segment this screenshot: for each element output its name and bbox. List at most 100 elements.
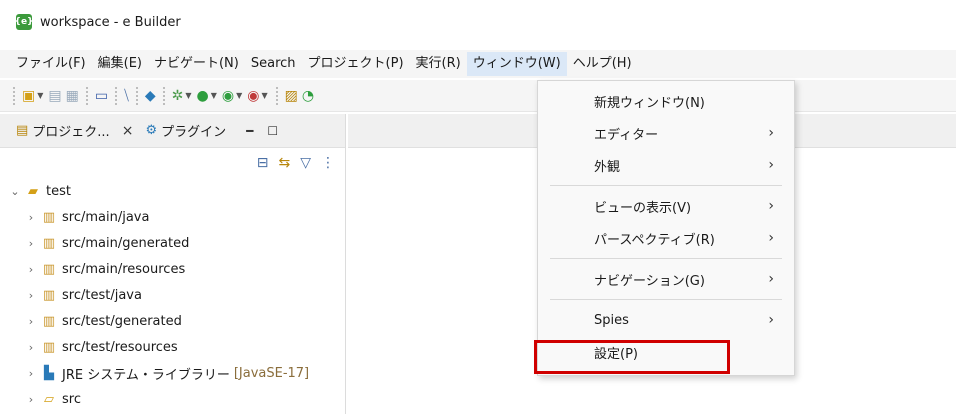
source-folder-icon: ▥ (42, 287, 56, 303)
tree-item-source-folder[interactable]: › ▥ src/test/resources (8, 334, 345, 360)
menu-item-show-view[interactable]: ビューの表示(V) › (538, 190, 794, 222)
terminal-icon[interactable]: ▭ (95, 86, 108, 106)
window-menu-dropdown: 新規ウィンドウ(N) エディター › 外観 › ビューの表示(V) › パースペ… (537, 80, 795, 376)
menu-item-appearance[interactable]: 外観 › (538, 149, 794, 181)
chevron-right-icon: › (768, 157, 774, 173)
menu-item-spies[interactable]: Spies › (538, 304, 794, 336)
skip-breakpoints-icon[interactable]: ⧹ (124, 86, 129, 106)
minimize-icon[interactable]: ━ (246, 124, 253, 138)
menu-project[interactable]: プロジェクト(P) (302, 52, 410, 76)
tree-item-source-folder[interactable]: › ▥ src/main/generated (8, 230, 345, 256)
tab-plugins[interactable]: ⚙ プラグイン (139, 118, 232, 144)
menu-window[interactable]: ウィンドウ(W) (466, 52, 567, 76)
chevron-right-icon[interactable]: › (24, 341, 38, 354)
menu-item-label: パースペクティブ(R) (594, 232, 715, 248)
chevron-right-icon: › (768, 198, 774, 214)
chevron-down-icon[interactable]: ▼ (262, 91, 268, 100)
menu-item-label: 外観 (594, 159, 621, 175)
package-explorer-icon: ▤ (16, 123, 29, 138)
toolbar-separator (275, 86, 278, 105)
tree-item-source-folder[interactable]: › ▥ src/main/java (8, 204, 345, 230)
menu-separator (550, 185, 782, 186)
menu-item-new-window[interactable]: 新規ウィンドウ(N) (538, 85, 794, 117)
chevron-right-icon[interactable]: › (24, 289, 38, 302)
run-icon[interactable]: ● (197, 86, 209, 106)
chevron-down-icon[interactable]: ▼ (185, 91, 191, 100)
chevron-right-icon[interactable]: › (24, 211, 38, 224)
menu-help[interactable]: ヘルプ(H) (567, 52, 638, 76)
menu-edit[interactable]: 編集(E) (92, 52, 148, 76)
perspective-icon[interactable]: ◆ (145, 86, 156, 106)
chevron-down-icon[interactable]: ▼ (211, 91, 217, 100)
tree-item-label: src/main/resources (62, 261, 186, 277)
tree-item-label: JRE システム・ライブラリー (62, 367, 230, 383)
tree-item-source-folder[interactable]: › ▥ src/test/java (8, 282, 345, 308)
toolbar-separator (85, 86, 88, 105)
source-folder-icon: ▥ (42, 235, 56, 251)
source-folder-icon: ▥ (42, 261, 56, 277)
tab-label: プロジェク... (32, 125, 110, 140)
chevron-right-icon: › (768, 271, 774, 287)
chevron-right-icon[interactable]: › (24, 315, 38, 328)
menu-bar: ファイル(F) 編集(E) ナビゲート(N) Search プロジェクト(P) … (0, 50, 956, 78)
tree-item-folder[interactable]: › ▱ src (8, 386, 345, 412)
new-file-icon[interactable]: ▣ (22, 86, 35, 106)
menu-item-navigation[interactable]: ナビゲーション(G) › (538, 263, 794, 295)
menu-item-label: 設定(P) (594, 346, 638, 362)
external-tools-icon[interactable]: ◉ (247, 86, 259, 106)
tree-item-project[interactable]: ⌄ ▰ test (8, 178, 345, 204)
chevron-down-icon[interactable]: ⌄ (8, 185, 22, 198)
chevron-right-icon: › (768, 230, 774, 246)
chevron-right-icon[interactable]: › (24, 393, 38, 406)
save-all-icon[interactable]: ▦ (66, 86, 79, 106)
menu-item-preferences[interactable]: 設定(P) (538, 336, 794, 368)
tab-project-explorer[interactable]: ▤ プロジェク... × (10, 118, 139, 144)
link-with-editor-icon[interactable]: ⇆ (278, 155, 290, 171)
menu-separator (550, 258, 782, 259)
menu-navigate[interactable]: ナビゲート(N) (148, 52, 245, 76)
chevron-right-icon[interactable]: › (24, 237, 38, 250)
menu-search[interactable]: Search (245, 52, 302, 76)
tree-item-source-folder[interactable]: › ▥ src/test/generated (8, 308, 345, 334)
maximize-icon[interactable]: ☐ (267, 124, 278, 138)
folder-icon: ▱ (44, 391, 54, 407)
toolbar-separator (162, 86, 165, 105)
chevron-right-icon[interactable]: › (24, 367, 38, 380)
chevron-right-icon: › (768, 312, 774, 328)
toolbar-separator (13, 86, 15, 105)
jre-version-tag: [JavaSE-17] (233, 365, 310, 381)
tree-item-label: src/test/generated (62, 313, 182, 329)
chevron-down-icon[interactable]: ▼ (236, 91, 242, 100)
toolbar-separator (115, 86, 118, 105)
chevron-right-icon[interactable]: › (24, 263, 38, 276)
refresh-icon[interactable]: ◔ (302, 86, 314, 106)
tab-label: プラグイン (161, 125, 227, 140)
tree-item-jre-library[interactable]: › ▙ JRE システム・ライブラリー [JavaSE-17] (8, 360, 345, 386)
view-menu-icon[interactable]: ⋮ (321, 155, 335, 171)
menu-item-editor[interactable]: エディター › (538, 117, 794, 149)
tree-item-label: src (62, 391, 81, 407)
chevron-down-icon[interactable]: ▼ (37, 91, 43, 100)
e-builder-icon: {e} (15, 14, 33, 30)
collapse-all-icon[interactable]: ⊟ (257, 155, 269, 171)
tree-item-label: src/main/generated (62, 235, 190, 251)
project-tree: ⌄ ▰ test › ▥ src/main/java › ▥ src/main/… (0, 178, 345, 412)
tree-item-source-folder[interactable]: › ▥ src/main/resources (8, 256, 345, 282)
run-config-icon[interactable]: ◉ (222, 86, 234, 106)
new-package-icon[interactable]: ▨ (285, 86, 298, 106)
menu-item-label: 新規ウィンドウ(N) (594, 95, 705, 111)
menu-item-label: Spies (594, 312, 629, 328)
close-icon[interactable]: × (122, 123, 134, 139)
source-folder-icon: ▥ (42, 339, 56, 355)
save-icon[interactable]: ▤ (48, 86, 61, 106)
debug-icon[interactable]: ✲ (172, 86, 184, 106)
menu-run[interactable]: 実行(R) (410, 52, 467, 76)
menu-file[interactable]: ファイル(F) (10, 52, 92, 76)
source-folder-icon: ▥ (42, 313, 56, 329)
library-icon: ▙ (44, 365, 54, 381)
title-bar: {e} workspace - e Builder (0, 0, 956, 44)
filter-icon[interactable]: ▽ (300, 155, 311, 171)
tree-item-label: src/test/java (62, 287, 142, 303)
menu-item-perspective[interactable]: パースペクティブ(R) › (538, 222, 794, 254)
view-toolbar: ⊟ ⇆ ▽ ⋮ (0, 148, 345, 178)
